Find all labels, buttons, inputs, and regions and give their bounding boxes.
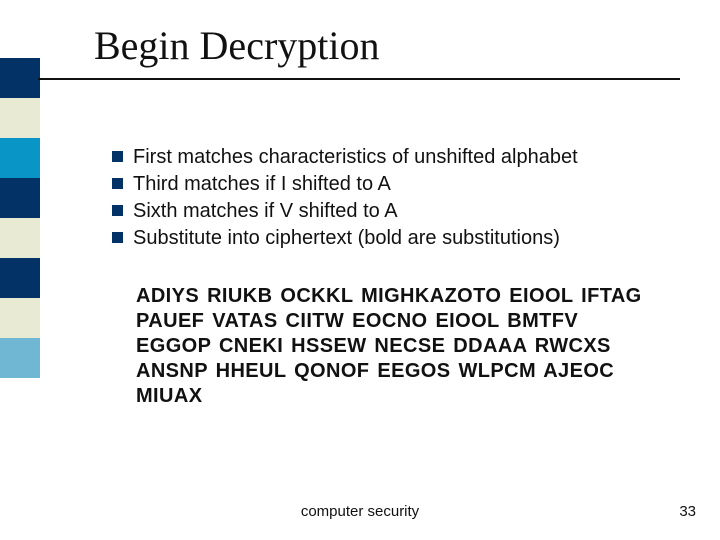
bullet-list: First matches characteristics of unshift… bbox=[112, 145, 672, 253]
footer-center-text: computer security bbox=[0, 503, 720, 520]
stripe bbox=[0, 178, 40, 218]
stripe bbox=[0, 338, 40, 378]
slide-title: Begin Decryption bbox=[94, 22, 380, 69]
bullet-text: Sixth matches if V shifted to A bbox=[133, 199, 398, 224]
bullet-text: Third matches if I shifted to A bbox=[133, 172, 391, 197]
title-underline bbox=[38, 78, 680, 80]
decorative-stripes bbox=[0, 0, 40, 540]
bullet-text: Substitute into ciphertext (bold are sub… bbox=[133, 226, 560, 251]
square-bullet-icon bbox=[112, 151, 123, 162]
square-bullet-icon bbox=[112, 178, 123, 189]
square-bullet-icon bbox=[112, 205, 123, 216]
ciphertext-block: ADIYS RIUKB OCKKL MIGHKAZOTO EIOOL IFTAG… bbox=[136, 284, 656, 409]
bullet-item: Sixth matches if V shifted to A bbox=[112, 199, 672, 224]
stripe bbox=[0, 138, 40, 178]
slide: Begin Decryption First matches character… bbox=[0, 0, 720, 540]
stripe bbox=[0, 58, 40, 98]
stripe bbox=[0, 98, 40, 138]
bullet-item: Third matches if I shifted to A bbox=[112, 172, 672, 197]
stripe bbox=[0, 258, 40, 298]
bullet-item: Substitute into ciphertext (bold are sub… bbox=[112, 226, 672, 251]
bullet-item: First matches characteristics of unshift… bbox=[112, 145, 672, 170]
stripe bbox=[0, 218, 40, 258]
square-bullet-icon bbox=[112, 232, 123, 243]
bullet-text: First matches characteristics of unshift… bbox=[133, 145, 578, 170]
slide-number: 33 bbox=[679, 503, 696, 520]
stripe bbox=[0, 298, 40, 338]
